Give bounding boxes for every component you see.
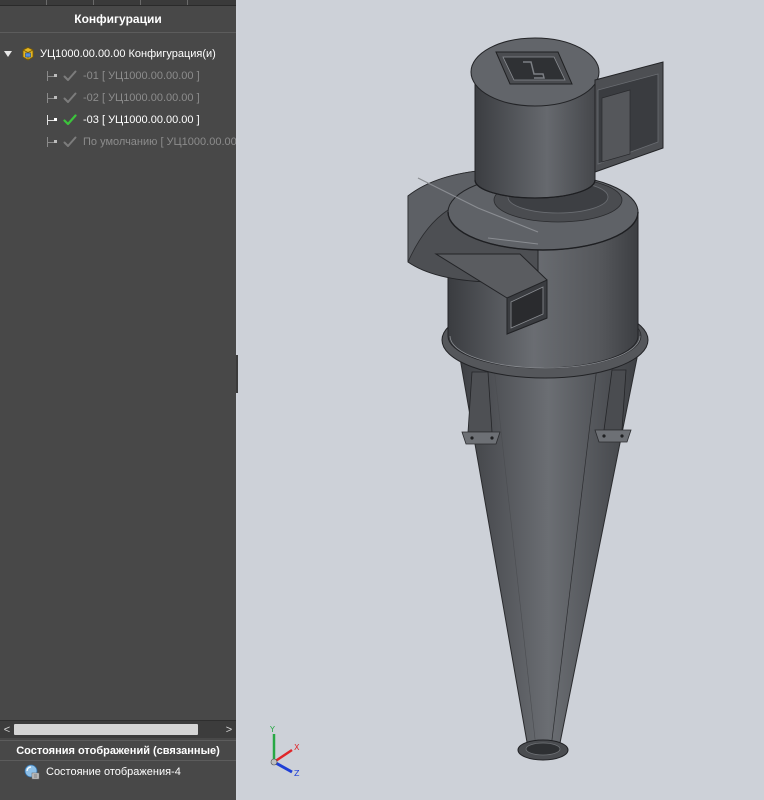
triad-y-label: Y	[269, 725, 275, 734]
scroll-right-arrow-icon[interactable]: >	[222, 721, 236, 738]
display-state-item[interactable]: Состояние отображения-4	[24, 763, 181, 781]
triad-x-label: X	[294, 743, 300, 752]
tree-item-config-default[interactable]: По умолчанию [ УЦ1000.00.00.00 ]	[47, 132, 236, 152]
check-icon	[63, 92, 77, 103]
display-state-icon	[24, 764, 40, 780]
check-icon	[63, 136, 77, 147]
tree-item-config-03[interactable]: -03 [ УЦ1000.00.00.00 ]	[47, 110, 200, 130]
tree-connector-icon	[47, 115, 57, 125]
tree-item-label: По умолчанию [ УЦ1000.00.00.00 ]	[83, 136, 236, 148]
support-leg-left	[467, 371, 493, 433]
check-icon	[63, 70, 77, 81]
tree-item-config-01[interactable]: -01 [ УЦ1000.00.00.00 ]	[47, 66, 200, 86]
scrollbar-thumb[interactable]	[14, 724, 198, 735]
configuration-manager-panel: Конфигурации УЦ1000.00.00.00 Конфигураци…	[0, 0, 236, 800]
expand-arrow-icon[interactable]	[4, 51, 12, 57]
tree-connector-icon	[47, 137, 57, 147]
assembly-icon	[22, 47, 34, 61]
triad-z-label: Z	[294, 769, 300, 778]
axis-triad-icon: Y X Z	[269, 725, 300, 778]
panel-title: Конфигурации	[0, 6, 236, 33]
horizontal-scrollbar[interactable]: < >	[0, 720, 236, 738]
tree-connector-icon	[47, 93, 57, 103]
tree-root-item[interactable]: УЦ1000.00.00.00 Конфигурация(и)	[4, 44, 216, 64]
graphics-viewport[interactable]: Y X Z	[238, 0, 764, 800]
display-states-title: Состояния отображений (связанные)	[0, 740, 236, 761]
tree-connector-icon	[47, 71, 57, 81]
check-icon	[63, 114, 77, 126]
display-state-label: Состояние отображения-4	[46, 766, 181, 778]
tree-item-label: -03 [ УЦ1000.00.00.00 ]	[83, 114, 200, 126]
tree-item-label: -01 [ УЦ1000.00.00.00 ]	[83, 70, 200, 82]
tree-item-config-02[interactable]: -02 [ УЦ1000.00.00.00 ]	[47, 88, 200, 108]
scroll-left-arrow-icon[interactable]: <	[0, 721, 14, 738]
tree-item-label: -02 [ УЦ1000.00.00.00 ]	[83, 92, 200, 104]
cyclone-model	[407, 37, 664, 761]
tree-root-label: УЦ1000.00.00.00 Конфигурация(и)	[40, 48, 216, 60]
